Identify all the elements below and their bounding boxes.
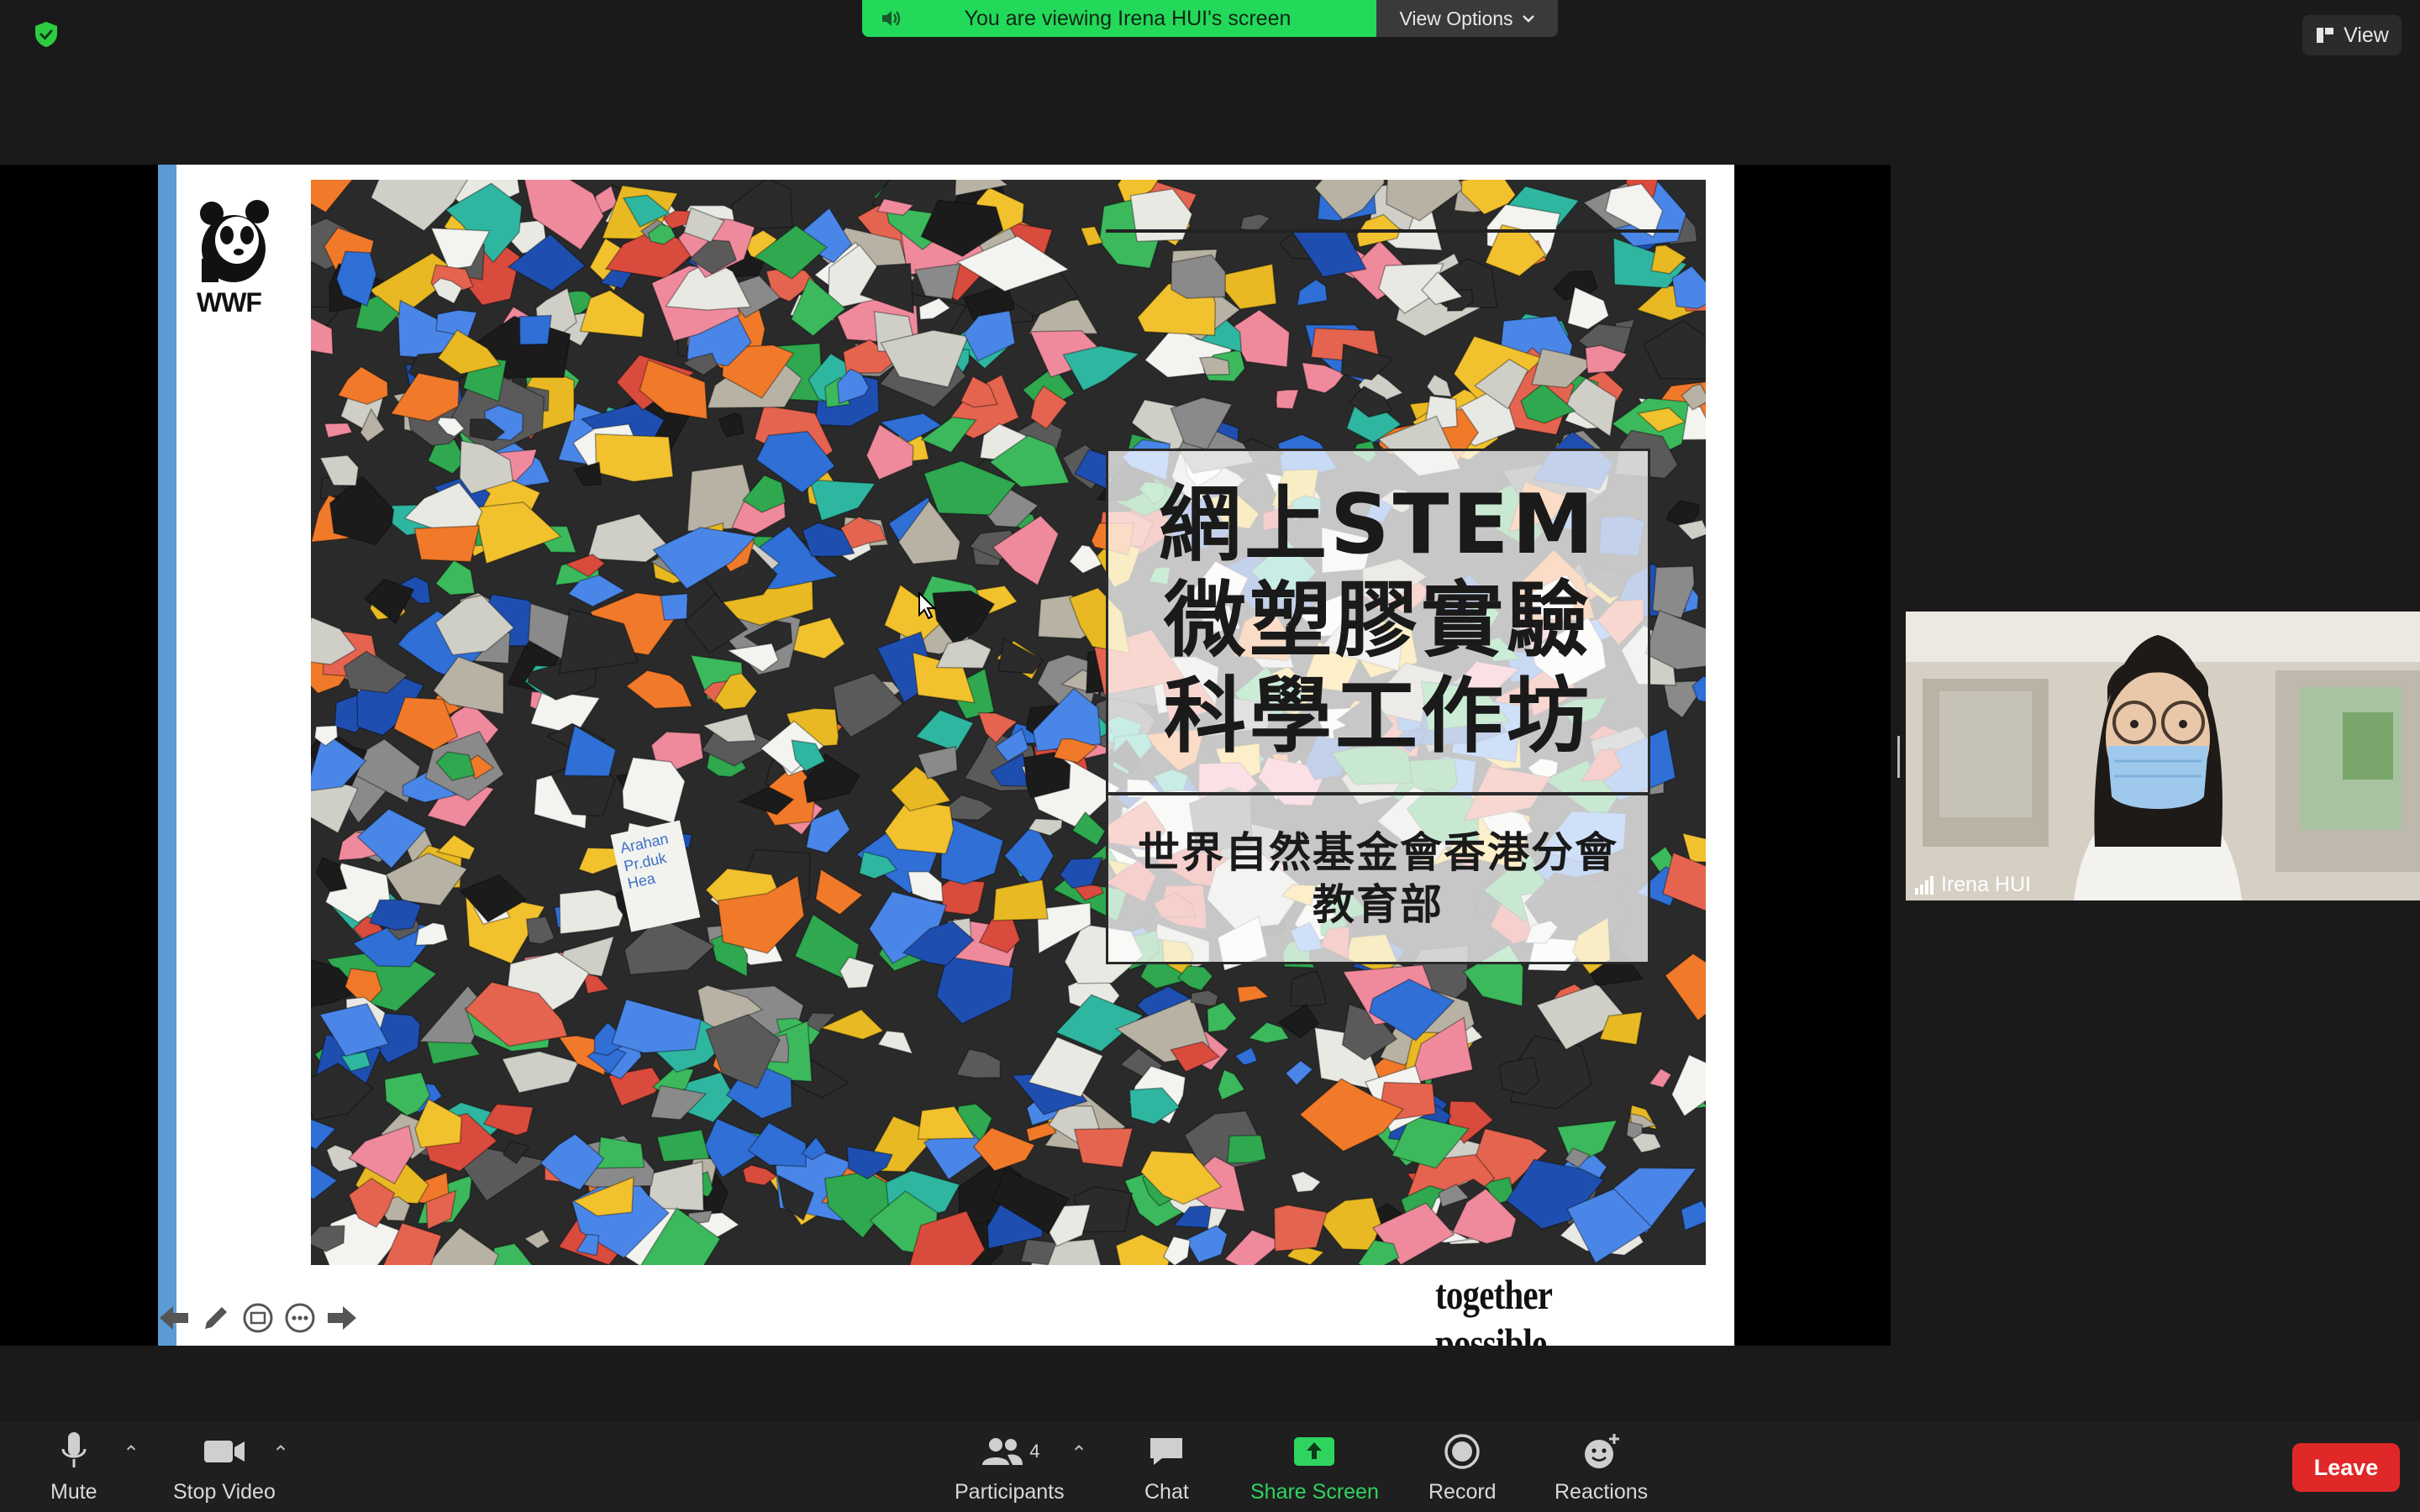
share-screen-icon — [1294, 1437, 1335, 1466]
record-icon — [1444, 1434, 1481, 1469]
view-options-label: View Options — [1399, 7, 1513, 29]
prev-slide-icon[interactable] — [158, 1302, 190, 1334]
shield-check-icon[interactable] — [32, 20, 60, 49]
record-label: Record — [1428, 1480, 1497, 1504]
share-screen-label: Share Screen — [1250, 1480, 1379, 1504]
chat-icon — [1150, 1438, 1183, 1465]
viewing-indicator: You are viewing Irena HUI's screen — [862, 0, 1376, 37]
chat-button[interactable]: Chat — [1144, 1430, 1189, 1504]
audio-options-caret[interactable]: ⌃ — [123, 1441, 139, 1466]
microphone-icon — [61, 1432, 87, 1467]
reactions-button[interactable]: Reactions — [1555, 1430, 1648, 1504]
slide-accent-bar — [158, 165, 176, 1346]
reactions-icon — [1584, 1434, 1619, 1468]
view-options-button[interactable]: View Options — [1376, 0, 1558, 37]
tagline-text: together possible — [1435, 1271, 1552, 1346]
participants-icon — [982, 1438, 1023, 1465]
pen-icon[interactable] — [200, 1302, 232, 1334]
participants-button[interactable]: 4 Participants — [955, 1430, 1065, 1504]
mouse-cursor-icon — [918, 591, 936, 620]
tagline: together possible™ — [1435, 1270, 1681, 1346]
speaker-icon[interactable] — [881, 9, 902, 28]
leave-button[interactable]: Leave — [2292, 1443, 2400, 1492]
participant-name-tag: Irena HUI — [1914, 873, 2031, 897]
decorative-line — [1106, 229, 1679, 233]
participant-video-tile[interactable]: Irena HUI — [1906, 612, 2420, 900]
record-button[interactable]: Record — [1428, 1430, 1497, 1504]
signal-icon — [1915, 875, 1933, 895]
panda-logo-icon — [200, 200, 269, 282]
view-button-label: View — [2344, 23, 2389, 47]
subtitle-line-2: 教育部 — [1313, 880, 1444, 929]
participants-label: Participants — [955, 1480, 1065, 1504]
share-screen-button[interactable]: Share Screen — [1250, 1430, 1379, 1504]
reactions-label: Reactions — [1555, 1480, 1649, 1504]
chevron-down-icon — [1522, 15, 1534, 23]
stop-video-label: Stop Video — [173, 1480, 276, 1504]
participants-count: 4 — [1029, 1441, 1040, 1462]
tagline-trademark: ™ — [1546, 1344, 1559, 1346]
chat-label: Chat — [1144, 1480, 1189, 1504]
mute-button[interactable]: Mute — [50, 1430, 97, 1504]
subtitle-line-1: 世界自然基金會香港分會 — [1138, 827, 1618, 877]
more-options-icon[interactable] — [284, 1302, 316, 1334]
view-layout-icon — [2317, 28, 2334, 43]
slide-navigation — [158, 1302, 358, 1334]
title-box: 網上STEM 微塑膠實驗 科學工作坊 — [1106, 449, 1650, 795]
leave-label: Leave — [2313, 1454, 2379, 1480]
wwf-logo-text: WWF — [197, 287, 262, 318]
title-line-1: 網上STEM — [1159, 477, 1597, 574]
title-line-3: 科學工作坊 — [1163, 668, 1592, 764]
slide-menu-icon[interactable] — [242, 1302, 274, 1334]
subtitle-box: 世界自然基金會香港分會 教育部 — [1106, 793, 1650, 964]
participant-video-feed — [1906, 612, 2420, 900]
participants-options-caret[interactable]: ⌃ — [1071, 1441, 1087, 1466]
video-camera-icon — [203, 1441, 245, 1462]
stop-video-button[interactable]: Stop Video — [173, 1430, 276, 1504]
viewing-text: You are viewing Irena HUI's screen — [964, 6, 1292, 30]
meeting-toolbar: Mute ⌃ Stop Video ⌃ 4 Participants ⌃ Cha… — [0, 1421, 2420, 1512]
video-options-caret[interactable]: ⌃ — [272, 1441, 289, 1466]
next-slide-icon[interactable] — [326, 1302, 358, 1334]
view-button[interactable]: View — [2302, 15, 2402, 55]
title-line-2: 微塑膠實驗 — [1163, 573, 1592, 669]
screen-share-banner: You are viewing Irena HUI's screen View … — [862, 0, 1558, 37]
mute-label: Mute — [50, 1480, 97, 1504]
presentation-slide: WWF Arahan Pr.duk Hea 網上STEM 微塑膠實驗 科學工作坊… — [158, 165, 1734, 1346]
participant-name: Irena HUI — [1941, 873, 2031, 896]
